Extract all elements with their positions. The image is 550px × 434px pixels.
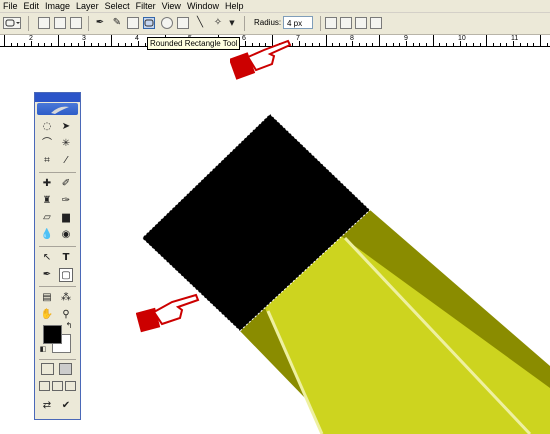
foreground-color-swatch[interactable] xyxy=(43,325,62,344)
toolbox-title-bar[interactable] xyxy=(35,93,80,102)
marquee-icon[interactable]: ◌ xyxy=(40,120,54,134)
shape-icon[interactable]: ▢ xyxy=(59,268,73,282)
eraser-icon[interactable]: ▱ xyxy=(40,211,54,225)
lasso-icon[interactable]: ⌒ xyxy=(40,137,54,151)
hand-icon[interactable]: ✋ xyxy=(40,308,54,322)
feather-icon xyxy=(51,106,69,114)
swap-colors-icon[interactable]: ↰ xyxy=(64,321,74,331)
type-icon[interactable]: T xyxy=(59,251,73,265)
blur-icon[interactable]: 💧 xyxy=(40,228,54,242)
tool-tooltip: Rounded Rectangle Tool xyxy=(147,37,241,50)
eyedropper-icon[interactable]: ⁂ xyxy=(59,291,73,305)
gradient-icon[interactable]: ▆ xyxy=(59,211,73,225)
path-selection-icon[interactable]: ↖ xyxy=(40,251,54,265)
quick-mask-icon[interactable] xyxy=(59,363,72,375)
crop-icon[interactable]: ⌗ xyxy=(40,154,54,168)
toolbox-divider xyxy=(39,286,76,287)
zoom-icon[interactable]: ⚲ xyxy=(59,308,73,322)
toolbox-panel: ◌ ➤ ⌒ ✳ ⌗ ⁄ ✚ ✐ ♜ ✑ ▱ ▆ 💧 ◉ ↖ T ✒ ▢ ▤ ⁂ … xyxy=(34,92,81,420)
toolbox-divider xyxy=(39,172,76,173)
screen-mode-standard-icon[interactable] xyxy=(39,381,50,391)
toolbox-divider xyxy=(39,359,76,360)
screen-mode-menu-icon[interactable] xyxy=(52,381,63,391)
toolbox-divider xyxy=(39,246,76,247)
notes-icon[interactable]: ▤ xyxy=(40,291,54,305)
standard-mode-icon[interactable] xyxy=(41,363,54,375)
brush-icon[interactable]: ✐ xyxy=(59,177,73,191)
photoshop-feather-logo xyxy=(37,103,78,115)
move-icon[interactable]: ➤ xyxy=(59,120,73,134)
screen-mode-full-icon[interactable] xyxy=(65,381,76,391)
dodge-icon[interactable]: ◉ xyxy=(59,228,73,242)
history-brush-icon[interactable]: ✑ xyxy=(59,194,73,208)
checkmark-icon[interactable]: ✔ xyxy=(59,399,73,413)
jump-to-imageready-icon[interactable]: ⇄ xyxy=(40,399,54,413)
healing-brush-icon[interactable]: ✚ xyxy=(40,177,54,191)
pointing-hand-icon xyxy=(136,293,200,333)
clone-stamp-icon[interactable]: ♜ xyxy=(40,194,54,208)
slice-icon[interactable]: ⁄ xyxy=(59,154,73,168)
default-colors-icon[interactable]: ◧ xyxy=(39,345,47,353)
magic-wand-icon[interactable]: ✳ xyxy=(59,137,73,151)
pen-icon[interactable]: ✒ xyxy=(40,268,54,282)
